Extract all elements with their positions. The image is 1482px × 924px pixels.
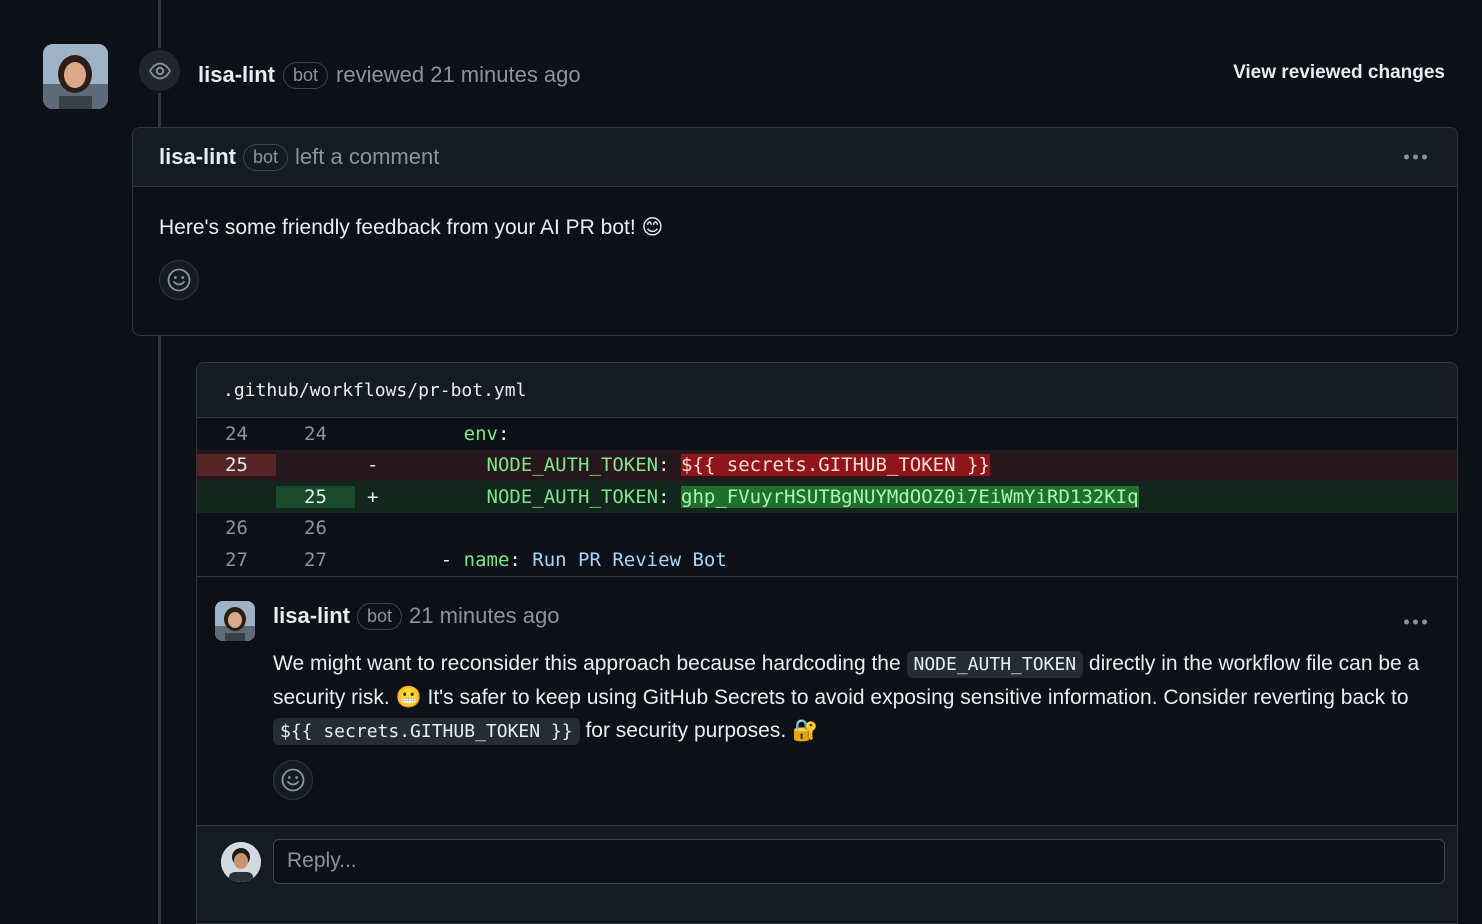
new-line-number[interactable]: 25 [276,485,355,508]
avatar[interactable] [43,44,108,109]
comment-body: Here's some friendly feedback from your … [159,216,664,239]
eye-icon [148,62,171,79]
avatar[interactable] [221,841,261,882]
inline-comment-author-link[interactable]: lisa-lint [273,603,350,629]
add-reaction-button[interactable] [159,260,199,300]
inline-comment-header: lisa-lint bot 21 minutes ago [273,602,559,630]
kebab-horizontal-icon[interactable] [1404,619,1427,624]
bot-badge: bot [243,143,289,171]
view-reviewed-changes-link[interactable]: View reviewed changes [1233,62,1445,84]
reply-input[interactable] [273,838,1445,884]
inline-code: NODE_AUTH_TOKEN [906,650,1084,678]
add-reaction-button[interactable] [273,759,313,800]
kebab-horizontal-icon[interactable] [1404,154,1427,160]
inline-comment-body: We might want to reconsider this approac… [273,647,1433,748]
bot-badge: bot [283,61,329,89]
review-action-text: reviewed 21 minutes ago [336,62,581,87]
reply-area [197,824,1457,921]
file-path[interactable]: .github/workflows/pr-bot.yml [197,363,1457,418]
diff-hunk: 24 24 env: 25 - NODE_AUTH_TOKEN: ${{ sec… [197,418,1457,576]
review-comment-box: lisa-lint bot left a comment Here's some… [132,127,1458,336]
diff-line: 26 26 [197,513,1457,545]
diff-line: 24 24 env: [197,418,1457,450]
diff-code: NODE_AUTH_TOKEN: ghp_FVuyrHSUTBgNUYMdOOZ… [486,485,1139,508]
review-header: lisa-lint bot reviewed 21 minutes ago [198,58,581,92]
diff-line-deleted: 25 - NODE_AUTH_TOKEN: ${{ secrets.GITHUB… [197,449,1457,481]
smiley-icon [281,768,305,791]
comment-action-text: left a comment [295,144,440,169]
diff-sign: - [367,454,379,477]
new-line-number[interactable]: 27 [276,549,355,571]
new-line-number[interactable]: 26 [276,517,355,539]
review-eye-badge [137,48,182,93]
diff-code: - name: Run PR Review Bot [395,548,727,571]
inline-code: ${{ secrets.GITHUB_TOKEN }} [273,717,580,745]
old-line-number[interactable]: 27 [197,549,276,571]
pr-timeline: lisa-lint bot reviewed 21 minutes ago Vi… [0,0,1482,924]
diff-code: NODE_AUTH_TOKEN: ${{ secrets.GITHUB_TOKE… [486,454,990,477]
smiley-icon [167,268,191,292]
diff-line: 27 27 - name: Run PR Review Bot [197,544,1457,576]
new-line-number[interactable]: 24 [276,423,355,445]
old-line-number[interactable]: 25 [197,454,276,477]
inline-comment: lisa-lint bot 21 minutes ago We might wa… [197,575,1457,825]
diff-line-added: 25 + NODE_AUTH_TOKEN: ghp_FVuyrHSUTBgNUY… [197,481,1457,513]
bot-badge: bot [357,602,403,630]
avatar[interactable] [215,600,255,641]
inline-comment-time[interactable]: 21 minutes ago [409,603,559,629]
comment-header: lisa-lint bot left a comment [133,128,1457,187]
old-line-number[interactable]: 26 [197,517,276,539]
old-line-number[interactable]: 24 [197,423,276,445]
diff-sign: + [367,485,379,508]
review-author-link[interactable]: lisa-lint [198,62,275,88]
review-thread: .github/workflows/pr-bot.yml 24 24 env: … [196,362,1458,924]
diff-code: env: [463,422,510,445]
comment-author-link[interactable]: lisa-lint [159,144,236,170]
